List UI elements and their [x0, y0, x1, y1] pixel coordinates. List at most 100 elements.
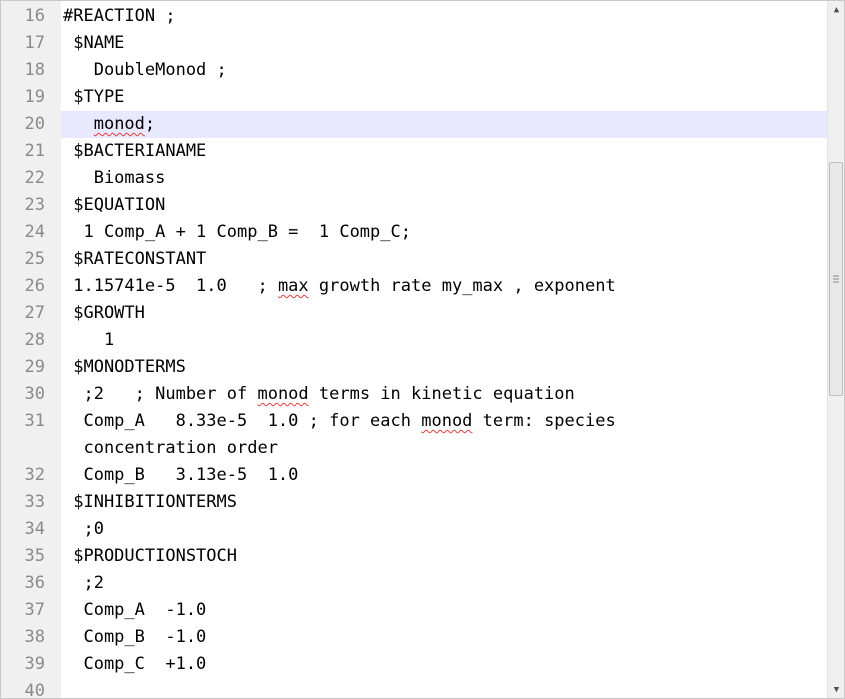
line-text[interactable]: Comp_C +1.0 [61, 651, 827, 678]
line-text-row: ;0 [63, 519, 104, 539]
line-text[interactable]: $NAME [61, 30, 827, 57]
misspelled-word[interactable]: monod [421, 411, 472, 431]
line-text[interactable]: ;0 [61, 516, 827, 543]
code-line[interactable]: 17 $NAME [1, 30, 827, 57]
line-text-row: #REACTION ; [63, 6, 176, 26]
vertical-scrollbar[interactable]: ▲ ▼ [827, 1, 844, 698]
line-text[interactable] [61, 678, 827, 698]
line-number: 22 [24, 168, 45, 188]
scroll-thumb[interactable] [829, 162, 843, 396]
misspelled-word[interactable]: monod [94, 114, 145, 134]
line-text[interactable]: $INHIBITIONTERMS [61, 489, 827, 516]
code-line[interactable]: 36 ;2 [1, 570, 827, 597]
code-line[interactable]: 39 Comp_C +1.0 [1, 651, 827, 678]
scroll-up-button[interactable]: ▲ [828, 1, 844, 18]
line-text-row: $MONODTERMS [63, 357, 186, 377]
line-text[interactable]: $TYPE [61, 84, 827, 111]
line-text[interactable]: 1 Comp_A + 1 Comp_B = 1 Comp_C; [61, 219, 827, 246]
editor-content[interactable]: 16 #REACTION ; 17 $NAME 18 DoubleMonod ; 19 … [1, 3, 827, 699]
line-text[interactable]: Comp_A -1.0 [61, 597, 827, 624]
line-text-row: ;2 [63, 573, 104, 593]
code-line[interactable]: 16 #REACTION ; [1, 3, 827, 30]
code-line[interactable]: 24 1 Comp_A + 1 Comp_B = 1 Comp_C; [1, 219, 827, 246]
code-line[interactable]: 25 $RATECONSTANT [1, 246, 827, 273]
line-number: 37 [24, 600, 45, 620]
line-text-row: Comp_B -1.0 [63, 627, 207, 647]
scroll-down-button[interactable]: ▼ [828, 681, 844, 698]
line-text-row: 1 Comp_A + 1 Comp_B = 1 Comp_C; [63, 222, 411, 242]
line-text[interactable]: $MONODTERMS [61, 354, 827, 381]
misspelled-word[interactable]: max [278, 276, 309, 296]
line-text[interactable]: 1 [61, 327, 827, 354]
code-line[interactable]: 31 Comp_A 8.33e-5 1.0 ; for each monod t… [1, 408, 827, 462]
code-line[interactable]: 28 1 [1, 327, 827, 354]
text-segment: term: species [472, 411, 616, 431]
line-text[interactable]: Biomass [61, 165, 827, 192]
line-number: 40 [24, 681, 45, 699]
line-number: 24 [24, 222, 45, 242]
line-text[interactable]: $BACTERIANAME [61, 138, 827, 165]
line-text-row: Comp_A 8.33e-5 1.0 ; for each monod term… [63, 408, 827, 435]
text-segment: growth rate my_max , exponent [308, 276, 616, 296]
line-text-row: ;2 ; Number of monod terms in kinetic eq… [63, 381, 827, 408]
line-text-row: $INHIBITIONTERMS [63, 492, 237, 512]
line-text-row: $TYPE [63, 87, 125, 107]
line-text-row: Comp_C +1.0 [63, 654, 207, 674]
code-line[interactable]: 34 ;0 [1, 516, 827, 543]
line-number: 35 [24, 546, 45, 566]
line-number: 20 [24, 114, 45, 134]
line-number: 38 [24, 627, 45, 647]
line-text[interactable]: Comp_B 3.13e-5 1.0 [61, 462, 827, 489]
arrow-down-icon: ▼ [833, 684, 840, 695]
line-text-row: $GROWTH [63, 303, 145, 323]
line-text-row: $RATECONSTANT [63, 249, 207, 269]
line-text[interactable]: 1.15741e-5 1.0 ; max growth rate my_max … [61, 273, 827, 300]
code-line[interactable]: 20 monod; [1, 111, 827, 138]
line-text[interactable]: ;2 ; Number of monod terms in kinetic eq… [61, 381, 827, 408]
misspelled-word[interactable]: monod [257, 384, 308, 404]
line-text-row: Comp_A -1.0 [63, 600, 207, 620]
line-text[interactable]: DoubleMonod ; [61, 57, 827, 84]
code-line[interactable]: 32 Comp_B 3.13e-5 1.0 [1, 462, 827, 489]
code-line[interactable]: 26 1.15741e-5 1.0 ; max growth rate my_m… [1, 273, 827, 300]
code-line[interactable]: 29 $MONODTERMS [1, 354, 827, 381]
line-text[interactable]: Comp_B -1.0 [61, 624, 827, 651]
line-text-row: DoubleMonod ; [63, 60, 227, 80]
grip-icon [833, 275, 839, 283]
code-line[interactable]: 27 $GROWTH [1, 300, 827, 327]
line-text[interactable]: monod; [61, 111, 827, 138]
line-text[interactable]: Comp_A 8.33e-5 1.0 ; for each monod term… [61, 408, 827, 462]
code-line[interactable]: 37 Comp_A -1.0 [1, 597, 827, 624]
code-line[interactable]: 38 Comp_B -1.0 [1, 624, 827, 651]
line-number: 39 [24, 654, 45, 674]
code-line[interactable]: 35 $PRODUCTIONSTOCH [1, 543, 827, 570]
code-line[interactable]: 21 $BACTERIANAME [1, 138, 827, 165]
line-text-row: $BACTERIANAME [63, 141, 207, 161]
line-text-row: $EQUATION [63, 195, 166, 215]
code-line[interactable]: 33 $INHIBITIONTERMS [1, 489, 827, 516]
line-number: 16 [24, 6, 45, 26]
line-number: 33 [24, 492, 45, 512]
line-text[interactable]: ;2 [61, 570, 827, 597]
line-text[interactable]: $EQUATION [61, 192, 827, 219]
code-line[interactable]: 18 DoubleMonod ; [1, 57, 827, 84]
code-line[interactable]: 40 [1, 678, 827, 699]
line-number: 23 [24, 195, 45, 215]
text-segment [63, 114, 94, 134]
line-text[interactable]: $PRODUCTIONSTOCH [61, 543, 827, 570]
line-number: 29 [24, 357, 45, 377]
text-editor[interactable]: 16 #REACTION ; 17 $NAME 18 DoubleMonod ; 19 … [0, 0, 845, 699]
code-line[interactable]: 30 ;2 ; Number of monod terms in kinetic… [1, 381, 827, 408]
line-text[interactable]: $RATECONSTANT [61, 246, 827, 273]
line-text[interactable]: #REACTION ; [61, 3, 827, 30]
line-number: 18 [24, 60, 45, 80]
line-text-row: Comp_B 3.13e-5 1.0 [63, 465, 299, 485]
text-segment: terms in kinetic equation [308, 384, 575, 404]
code-line[interactable]: 23 $EQUATION [1, 192, 827, 219]
code-line[interactable]: 19 $TYPE [1, 84, 827, 111]
code-line[interactable]: 22 Biomass [1, 165, 827, 192]
line-number: 26 [24, 276, 45, 296]
line-text[interactable]: $GROWTH [61, 300, 827, 327]
line-number: 32 [24, 465, 45, 485]
line-number: 17 [24, 33, 45, 53]
